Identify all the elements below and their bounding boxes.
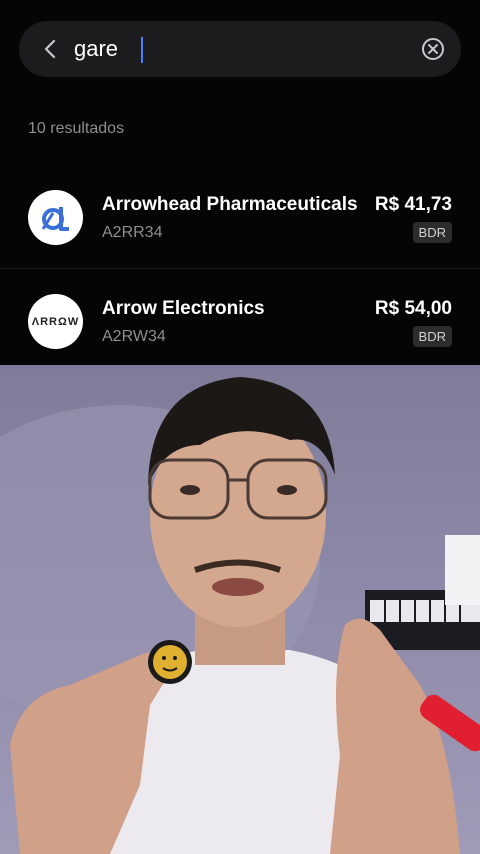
row-divider [0, 268, 480, 269]
arrow-electronics-logo-text: ΛRRΩW [31, 315, 80, 328]
text-caret [141, 37, 143, 63]
stock-search-screen: 10 resultados Arrowhead Pharmaceuticals … [0, 0, 480, 365]
stock-price: R$ 54,00 [374, 298, 452, 319]
result-row[interactable]: ΛRRΩW Arrow Electronics A2RW34 R$ 54,00 … [0, 270, 480, 370]
presenter-illustration [0, 377, 480, 854]
search-input[interactable] [74, 31, 394, 67]
asset-type-badge: BDR [412, 326, 452, 347]
stock-ticker: A2RW34 [102, 328, 166, 345]
stock-ticker: A2RR34 [102, 224, 163, 241]
arrowhead-logo-icon [28, 190, 83, 245]
stock-price: R$ 41,73 [374, 194, 452, 215]
arrow-electronics-logo-icon: ΛRRΩW [28, 294, 83, 349]
stock-name: Arrowhead Pharmaceuticals [102, 194, 358, 215]
results-count: 10 resultados [28, 120, 125, 137]
search-bar[interactable] [19, 21, 461, 77]
presenter-camera-photo [0, 365, 480, 854]
result-row[interactable]: Arrowhead Pharmaceuticals A2RR34 R$ 41,7… [0, 166, 480, 266]
asset-type-badge: BDR [412, 222, 452, 243]
chevron-left-icon[interactable] [39, 37, 63, 61]
stock-name: Arrow Electronics [102, 298, 265, 319]
clear-circle-icon[interactable] [421, 37, 445, 61]
